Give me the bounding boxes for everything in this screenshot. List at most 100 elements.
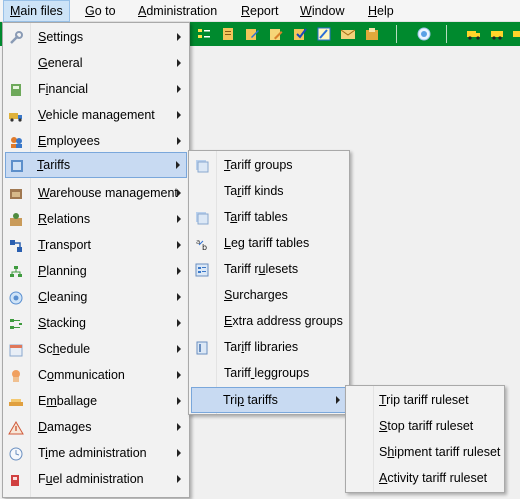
submenu-arrow-icon: [177, 85, 181, 93]
toolbar-document-icon[interactable]: [220, 26, 236, 42]
toolbar-truck-icon[interactable]: [466, 26, 482, 42]
submenu-arrow-icon: [177, 59, 181, 67]
submenu-arrow-icon: [177, 293, 181, 301]
menu-item-label: Financial: [38, 82, 89, 96]
wrench-icon: [10, 31, 23, 44]
menu-item-shipment-tariff-ruleset[interactable]: Shipment tariff ruleset: [348, 440, 502, 466]
menu-item-activity-tariff-ruleset[interactable]: Activity tariff ruleset: [348, 466, 502, 492]
menu-item-extra-address-groups[interactable]: Extra address groups: [191, 309, 347, 335]
menu-item-warehouse-management[interactable]: Warehouse management: [5, 181, 187, 207]
menu-item-label: Time administration: [38, 446, 147, 460]
stacking-icon: [10, 319, 22, 329]
menu-item-financial[interactable]: Financial: [5, 77, 187, 103]
menu-administration[interactable]: Administration: [132, 0, 223, 22]
communication-icon: [12, 370, 20, 382]
menu-report[interactable]: Report: [235, 0, 285, 22]
main-files-menu: Settings General Financial Vehicle manag…: [2, 22, 190, 498]
toolbar-truck2-icon[interactable]: [512, 26, 520, 42]
menu-item-label: Damages: [38, 420, 92, 434]
menu-item-tariff-libraries[interactable]: Tariff libraries: [191, 335, 347, 361]
menu-item-general[interactable]: General: [5, 51, 187, 77]
submenu-arrow-icon: [177, 33, 181, 41]
menu-item-cleaning[interactable]: Cleaning: [5, 285, 187, 311]
menu-item-time-administration[interactable]: Time administration: [5, 441, 187, 467]
menu-item-label: Trip tariffs: [223, 393, 278, 407]
toolbar-envelope-icon[interactable]: [340, 26, 356, 42]
menu-item-stop-tariff-ruleset[interactable]: Stop tariff ruleset: [348, 414, 502, 440]
menu-help-accel: H: [368, 4, 378, 18]
menu-item-tariff-tables[interactable]: Tariff tables: [191, 205, 347, 231]
schedule-icon: [9, 344, 23, 357]
transport-icon: [10, 240, 22, 252]
menu-item-tariff-groups[interactable]: Tariff groups: [191, 153, 347, 179]
menu-item-label: Tariff groups: [224, 158, 293, 172]
submenu-arrow-icon: [177, 449, 181, 457]
toolbar-separator: [396, 25, 397, 43]
warehouse-icon: [10, 189, 22, 199]
menu-help-label: elp: [377, 4, 394, 18]
toolbar-pencil-icon[interactable]: [268, 26, 284, 42]
people-icon: [11, 137, 22, 148]
toolbar-list-icon[interactable]: [196, 26, 212, 42]
menu-item-label: Stacking: [38, 316, 86, 330]
toolbar-edit-icon[interactable]: [244, 26, 260, 42]
toolbar-check-icon[interactable]: [292, 26, 308, 42]
toolbar-folder-icon[interactable]: [364, 26, 380, 42]
calculator-icon: [11, 84, 21, 96]
menu-item-planning[interactable]: Planning: [5, 259, 187, 285]
menu-item-trip-tariff-ruleset[interactable]: Trip tariff ruleset: [348, 388, 502, 414]
submenu-arrow-icon: [336, 396, 340, 404]
clock-icon: [9, 447, 23, 461]
tariffs-submenu: Tariff groups Tariff kinds Tariff tables…: [188, 150, 350, 415]
submenu-arrow-icon: [177, 137, 181, 145]
menu-item-tariff-rulesets[interactable]: Tariff rulesets: [191, 257, 347, 283]
relations-icon: [10, 213, 22, 226]
submenu-arrow-icon: [177, 423, 181, 431]
menu-item-vehicle-management[interactable]: Vehicle management: [5, 103, 187, 129]
tariff-book-icon: [11, 160, 23, 172]
menu-item-transport[interactable]: Transport: [5, 233, 187, 259]
toolbar-refresh-icon[interactable]: [416, 26, 432, 42]
menu-item-stacking[interactable]: Stacking: [5, 311, 187, 337]
toolbar-trailer-icon[interactable]: [490, 26, 506, 42]
svg-text:b: b: [202, 243, 207, 252]
submenu-arrow-icon: [177, 111, 181, 119]
submenu-arrow-icon: [177, 397, 181, 405]
menu-main-files[interactable]: Main files: [3, 0, 70, 22]
menu-item-label: General: [38, 56, 83, 70]
menu-go-to-label: o to: [94, 4, 116, 18]
submenu-arrow-icon: [177, 267, 181, 275]
menu-item-label: Tariff rulesets: [224, 262, 299, 276]
menu-report-label: eport: [250, 4, 279, 18]
menu-window-accel: W: [300, 4, 312, 18]
menu-item-surcharges[interactable]: Surcharges: [191, 283, 347, 309]
menu-item-tariff-leggroups[interactable]: Tariff leggroups: [191, 361, 347, 387]
menu-item-label: Shipment tariff ruleset: [379, 445, 501, 459]
emballage-icon: [9, 399, 23, 406]
menu-item-label: Settings: [38, 30, 84, 44]
menu-item-relations[interactable]: Relations: [5, 207, 187, 233]
menu-go-to[interactable]: Go to: [79, 0, 122, 22]
menu-item-fuel-administration[interactable]: Fuel administration: [5, 467, 187, 493]
menu-help[interactable]: Help: [362, 0, 400, 22]
menu-item-tariffs[interactable]: Tariffs: [5, 152, 187, 178]
toolbar-note-icon[interactable]: [316, 26, 332, 42]
menu-item-label: Tariff libraries: [224, 340, 299, 354]
menu-item-trip-tariffs[interactable]: Trip tariffs: [191, 387, 347, 413]
menu-item-tariff-kinds[interactable]: Tariff kinds: [191, 179, 347, 205]
leg-tariff-icon: ab: [196, 238, 207, 252]
menu-item-label: Activity tariff ruleset: [379, 471, 488, 485]
submenu-arrow-icon: [177, 215, 181, 223]
menu-item-schedule[interactable]: Schedule: [5, 337, 187, 363]
menu-window[interactable]: Window: [294, 0, 350, 22]
menu-item-damages[interactable]: Damages: [5, 415, 187, 441]
menu-item-label: Surcharges: [224, 288, 288, 302]
menu-item-emballage[interactable]: Emballage: [5, 389, 187, 415]
libraries-icon: [196, 341, 208, 355]
menu-administration-label: dministration: [146, 4, 218, 18]
menu-item-label: Schedule: [38, 342, 91, 356]
menu-item-settings[interactable]: Settings: [5, 25, 187, 51]
cleaning-icon: [9, 291, 23, 305]
menu-item-communication[interactable]: Communication: [5, 363, 187, 389]
menu-item-leg-tariff-tables[interactable]: ab Leg tariff tables: [191, 231, 347, 257]
